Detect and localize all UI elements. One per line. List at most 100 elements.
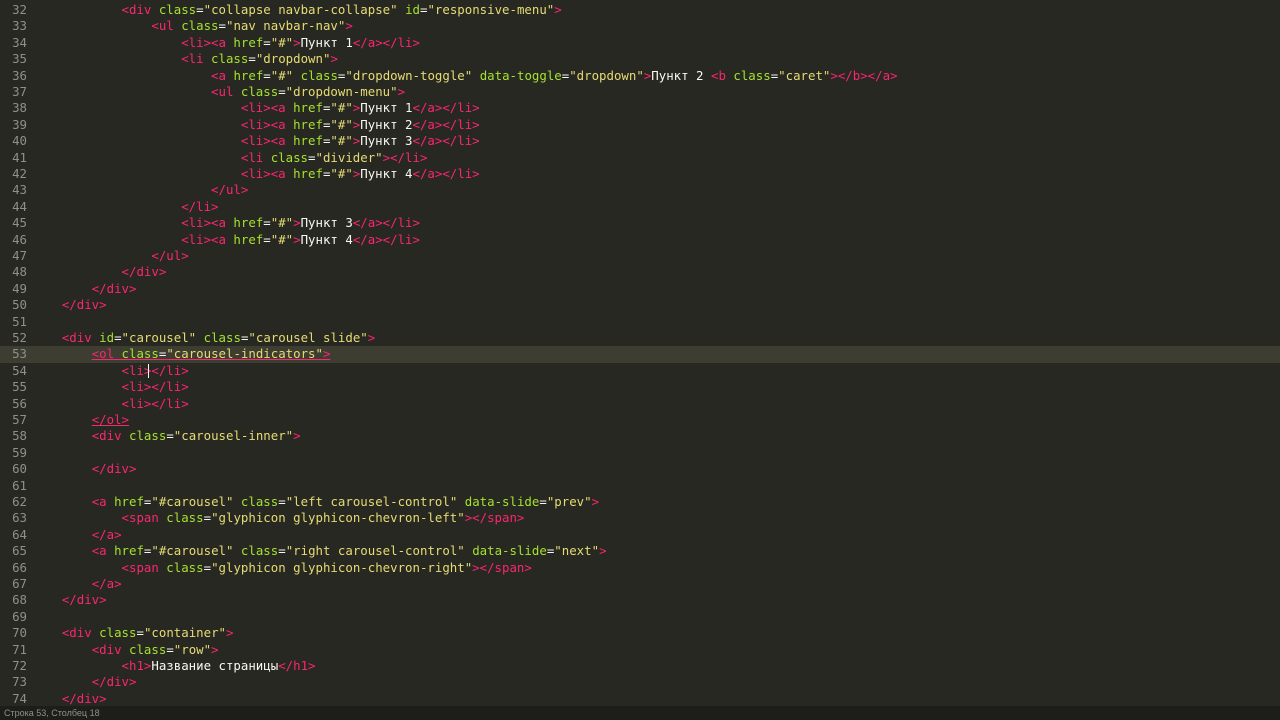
token-punc: =: [308, 149, 316, 165]
code-line[interactable]: 41 <li class="divider"></li>: [0, 150, 1280, 166]
code-text[interactable]: <li><a href="#">Пункт 3</a></li>: [32, 133, 480, 149]
code-text[interactable]: <div class="carousel-inner">: [32, 428, 301, 444]
code-line[interactable]: 38 <li><a href="#">Пункт 1</a></li>: [0, 100, 1280, 116]
code-text[interactable]: <div class="collapse navbar-collapse" id…: [32, 2, 562, 18]
code-text[interactable]: </a>: [32, 576, 122, 592]
code-line[interactable]: 52 <div id="carousel" class="carousel sl…: [0, 330, 1280, 346]
code-line[interactable]: 40 <li><a href="#">Пункт 3</a></li>: [0, 133, 1280, 149]
token-txt: Пункт 3: [360, 133, 413, 149]
code-tokens: <span class="glyphicon glyphicon-chevron…: [122, 560, 532, 575]
code-text[interactable]: </div>: [32, 281, 137, 297]
line-number: 36: [12, 67, 27, 83]
code-line[interactable]: 74 </div>: [0, 691, 1280, 706]
code-line[interactable]: 34 <li><a href="#">Пункт 1</a></li>: [0, 35, 1280, 51]
code-text[interactable]: <li></li>: [32, 363, 189, 379]
code-text[interactable]: <li><a href="#">Пункт 4</a></li>: [32, 232, 420, 248]
token-str: "dropdown-menu": [285, 84, 398, 99]
code-text[interactable]: </ul>: [32, 248, 188, 264]
code-line[interactable]: 45 <li><a href="#">Пункт 3</a></li>: [0, 215, 1280, 231]
code-line[interactable]: 63 <span class="glyphicon glyphicon-chev…: [0, 510, 1280, 526]
code-line[interactable]: 73 </div>: [0, 674, 1280, 690]
code-text[interactable]: <li></li>: [32, 396, 189, 412]
code-text[interactable]: <h1>Название страницы</h1>: [32, 658, 316, 674]
code-line[interactable]: 69: [0, 609, 1280, 625]
code-text[interactable]: </ul>: [32, 182, 248, 198]
code-line[interactable]: 68 </div>: [0, 592, 1280, 608]
code-line[interactable]: 47 </ul>: [0, 248, 1280, 264]
code-line[interactable]: 33 <ul class="nav navbar-nav">: [0, 18, 1280, 34]
code-tokens: <div class="collapse navbar-collapse" id…: [122, 2, 562, 17]
code-line[interactable]: 37 <ul class="dropdown-menu">: [0, 84, 1280, 100]
code-line[interactable]: 32 <div class="collapse navbar-collapse"…: [0, 2, 1280, 18]
code-line[interactable]: 39 <li><a href="#">Пункт 2</a></li>: [0, 117, 1280, 133]
code-text[interactable]: </div>: [32, 691, 107, 706]
token-attr: href: [233, 34, 264, 50]
code-line[interactable]: 60 </div>: [0, 461, 1280, 477]
code-text[interactable]: <a href="#carousel" class="right carouse…: [32, 543, 607, 559]
code-editor[interactable]: 32 <div class="collapse navbar-collapse"…: [0, 0, 1280, 706]
code-line[interactable]: 65 <a href="#carousel" class="right caro…: [0, 543, 1280, 559]
code-line[interactable]: 50 </div>: [0, 297, 1280, 313]
code-line[interactable]: 56 <li></li>: [0, 396, 1280, 412]
code-line[interactable]: 42 <li><a href="#">Пункт 4</a></li>: [0, 166, 1280, 182]
code-line[interactable]: 36 <a href="#" class="dropdown-toggle" d…: [0, 68, 1280, 84]
code-text[interactable]: <li><a href="#">Пункт 1</a></li>: [32, 100, 480, 116]
code-line[interactable]: 51: [0, 314, 1280, 330]
code-text[interactable]: <div class="container">: [32, 625, 234, 641]
code-text[interactable]: <li><a href="#">Пункт 1</a></li>: [32, 35, 420, 51]
code-text[interactable]: <span class="glyphicon glyphicon-chevron…: [32, 560, 532, 576]
code-line[interactable]: 70 <div class="container">: [0, 625, 1280, 641]
code-text[interactable]: <ul class="dropdown-menu">: [32, 84, 405, 100]
code-line[interactable]: 66 <span class="glyphicon glyphicon-chev…: [0, 560, 1280, 576]
code-text[interactable]: </div>: [32, 264, 167, 280]
token-tag: >: [211, 641, 219, 657]
token-attr: id: [405, 2, 420, 17]
code-text[interactable]: <li><a href="#">Пункт 4</a></li>: [32, 166, 480, 182]
code-text[interactable]: <li class="divider"></li>: [32, 149, 428, 166]
code-line[interactable]: 54 <li></li>: [0, 363, 1280, 379]
code-line[interactable]: 64 </a>: [0, 527, 1280, 543]
code-text[interactable]: </li>: [32, 199, 218, 215]
code-text[interactable]: <div class="row">: [32, 642, 219, 658]
code-tokens: <li><a href="#">Пункт 2</a></li>: [241, 117, 480, 132]
code-text[interactable]: <li><a href="#">Пункт 3</a></li>: [32, 215, 420, 231]
code-line[interactable]: 46 <li><a href="#">Пункт 4</a></li>: [0, 232, 1280, 248]
code-text[interactable]: <span class="glyphicon glyphicon-chevron…: [32, 510, 525, 526]
code-text[interactable]: </div>: [32, 592, 107, 608]
code-line[interactable]: 62 <a href="#carousel" class="left carou…: [0, 494, 1280, 510]
token-attr: class: [300, 67, 338, 83]
code-text[interactable]: <li><a href="#">Пункт 2</a></li>: [32, 117, 480, 133]
code-text[interactable]: </div>: [32, 461, 137, 477]
code-line[interactable]: 58 <div class="carousel-inner">: [0, 428, 1280, 444]
code-text[interactable]: <li></li>: [32, 379, 189, 395]
line-number: 72: [12, 658, 27, 673]
code-text[interactable]: <a href="#" class="dropdown-toggle" data…: [32, 67, 897, 84]
code-text[interactable]: </a>: [32, 527, 122, 543]
code-text[interactable]: </div>: [32, 297, 107, 313]
line-number: 45: [12, 215, 27, 231]
code-line[interactable]: 53 <ol class="carousel-indicators">: [0, 346, 1280, 363]
code-text[interactable]: <ul class="nav navbar-nav">: [32, 18, 352, 34]
code-text[interactable]: </div>: [32, 674, 137, 690]
code-line[interactable]: 57 </ol>: [0, 412, 1280, 428]
line-number: 50: [12, 297, 27, 313]
code-line[interactable]: 55 <li></li>: [0, 379, 1280, 395]
code-text[interactable]: <div id="carousel" class="carousel slide…: [32, 330, 375, 346]
code-line[interactable]: 48 </div>: [0, 264, 1280, 280]
code-text[interactable]: </ol>: [32, 412, 129, 428]
code-line[interactable]: 35 <li class="dropdown">: [0, 51, 1280, 67]
code-line[interactable]: 59: [0, 445, 1280, 461]
code-text[interactable]: <li class="dropdown">: [32, 51, 338, 67]
token-str: "right carousel-control": [285, 543, 465, 559]
code-line[interactable]: 44 </li>: [0, 199, 1280, 215]
code-text[interactable]: <ol class="carousel-indicators">: [32, 346, 331, 362]
code-line[interactable]: 72 <h1>Название страницы</h1>: [0, 658, 1280, 674]
code-text[interactable]: <a href="#carousel" class="left carousel…: [32, 494, 599, 510]
code-line[interactable]: 43 </ul>: [0, 182, 1280, 198]
code-line[interactable]: 49 </div>: [0, 281, 1280, 297]
token-punc: =: [263, 215, 271, 231]
code-line[interactable]: 67 </a>: [0, 576, 1280, 592]
code-line[interactable]: 71 <div class="row">: [0, 642, 1280, 658]
code-line[interactable]: 61: [0, 478, 1280, 494]
